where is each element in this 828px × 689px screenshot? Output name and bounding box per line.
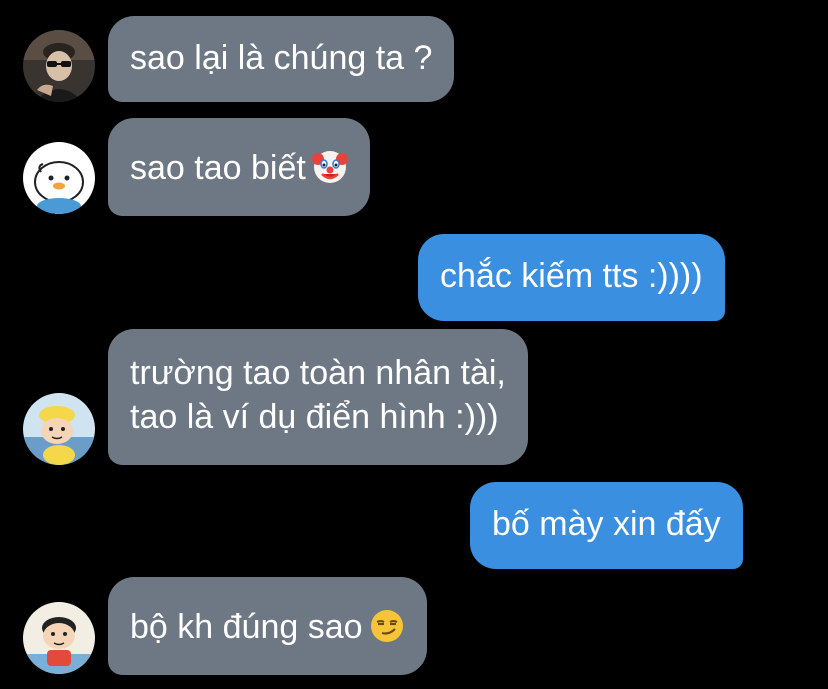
message-text-6: bộ kh đúng sao: [130, 608, 363, 646]
message-text-2: sao tao biết: [130, 149, 306, 187]
message-text-4-line-2: tao là ví dụ điển hình :))): [130, 398, 499, 436]
cartoon-boy-yellow-hat-avatar: [23, 393, 95, 465]
message-bubble-4[interactable]: trường tao toàn nhân tài, tao là ví dụ đ…: [108, 329, 528, 465]
message-bubble-6[interactable]: bộ kh đúng sao: [108, 577, 427, 675]
message-bubble-2[interactable]: sao tao biết: [108, 118, 370, 216]
message-text-3: chắc kiếm tts :)))): [440, 257, 703, 295]
message-text-5: bố mày xin đấy: [492, 505, 721, 543]
message-bubble-3[interactable]: chắc kiếm tts :)))): [418, 234, 725, 321]
smirking-face-emoji: [369, 608, 405, 644]
contact-avatar-2[interactable]: [23, 142, 95, 214]
message-bubble-1[interactable]: sao lại là chúng ta ?: [108, 16, 455, 102]
clown-face-emoji: [311, 149, 348, 185]
message-text-4-line-1: trường tao toàn nhân tài,: [130, 354, 506, 392]
contact-avatar-3[interactable]: [23, 393, 95, 465]
message-bubble-5[interactable]: bố mày xin đấy: [470, 482, 743, 569]
cartoon-boy-avatar: [23, 602, 95, 674]
person-with-sunglasses-avatar: [23, 30, 95, 102]
contact-avatar-4[interactable]: [23, 602, 95, 674]
message-text-1: sao lại là chúng ta ?: [130, 39, 433, 77]
contact-avatar-1[interactable]: [23, 30, 95, 102]
white-bird-avatar: [23, 142, 95, 214]
